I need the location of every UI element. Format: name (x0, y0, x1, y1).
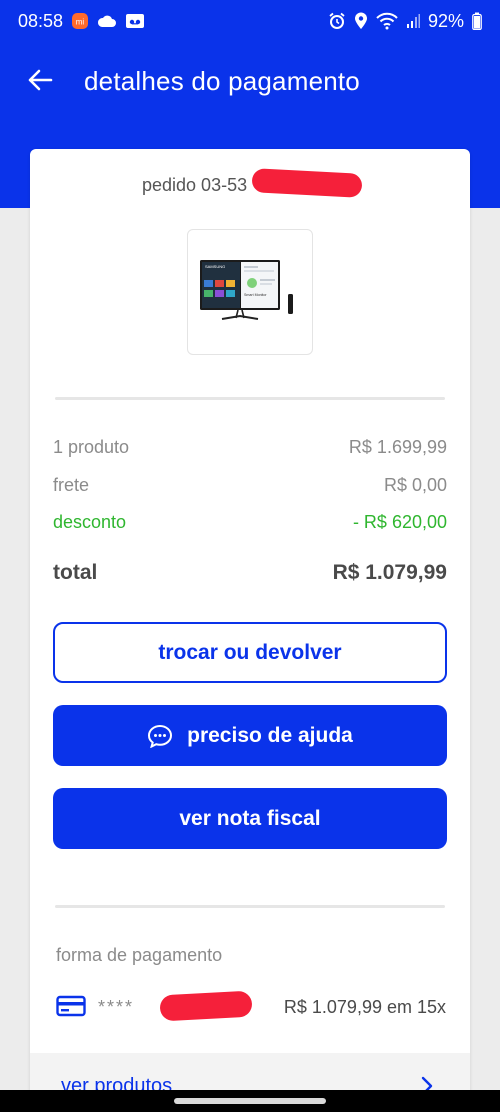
divider (55, 397, 445, 400)
location-icon (354, 12, 368, 30)
discount-value: - R$ 620,00 (352, 512, 447, 532)
chat-bubble-icon (147, 724, 173, 748)
products-label: 1 produto (53, 437, 130, 457)
monitor-product-image: SAMSUNG Smart Monitor (200, 260, 293, 320)
monitor-brand: SAMSUNG (205, 264, 225, 269)
payment-method-row: **** R$ 1.079,99 em 15x (56, 990, 446, 1023)
exchange-or-return-label: trocar ou devolver (158, 640, 342, 664)
status-right: 92% (328, 11, 482, 32)
need-help-button[interactable]: preciso de ajuda (53, 705, 447, 766)
view-invoice-button[interactable]: ver nota fiscal (53, 788, 447, 849)
back-button[interactable] (24, 64, 56, 96)
signal-icon (406, 13, 420, 29)
status-left: 08:58 mi (18, 11, 145, 32)
svg-text:mi: mi (76, 18, 85, 27)
battery-percentage: 92% (427, 10, 464, 31)
summary-row-discount: desconto - R$ 620,00 (53, 512, 447, 533)
credit-card-icon (56, 995, 86, 1022)
payment-details-card: pedido 03-53 SAMSUNG Smart Monitor 1 pro… (30, 149, 470, 1109)
battery-icon (472, 12, 482, 30)
status-time: 08:58 (18, 10, 64, 31)
voicemail-icon (125, 13, 145, 29)
app-notification-icon: mi (71, 12, 89, 30)
need-help-label: preciso de ajuda (187, 723, 353, 747)
summary-row-products: 1 produto R$ 1.699,99 (53, 437, 447, 458)
alarm-icon (328, 12, 346, 30)
cloud-icon (97, 14, 117, 28)
payment-method-label: forma de pagamento (56, 945, 223, 965)
divider (55, 905, 445, 908)
total-value: R$ 1.079,99 (332, 561, 447, 584)
discount-label: desconto (53, 512, 127, 532)
payment-amount: R$ 1.079,99 em 15x (283, 997, 446, 1017)
wifi-icon (376, 12, 398, 30)
home-gesture-pill[interactable] (174, 1098, 326, 1104)
order-number: pedido 03-53 (142, 175, 248, 195)
redaction-mark (159, 990, 253, 1022)
monitor-caption: Smart Monitor (244, 293, 267, 297)
arrow-left-icon (28, 69, 53, 91)
status-bar: 08:58 mi 92% (0, 0, 500, 42)
summary-row-total: total R$ 1.079,99 (53, 561, 447, 585)
page-title: detalhes do pagamento (84, 66, 360, 96)
card-number-masked: **** (98, 997, 135, 1017)
products-value: R$ 1.699,99 (348, 437, 447, 457)
exchange-or-return-button[interactable]: trocar ou devolver (53, 622, 447, 683)
view-invoice-label: ver nota fiscal (179, 806, 321, 830)
product-thumbnail[interactable]: SAMSUNG Smart Monitor (187, 229, 313, 355)
system-navigation-bar (0, 1090, 500, 1112)
total-label: total (53, 561, 98, 584)
shipping-value: R$ 0,00 (383, 475, 447, 495)
redaction-mark (251, 168, 363, 198)
summary-row-shipping: frete R$ 0,00 (53, 475, 447, 496)
shipping-label: frete (53, 475, 90, 495)
